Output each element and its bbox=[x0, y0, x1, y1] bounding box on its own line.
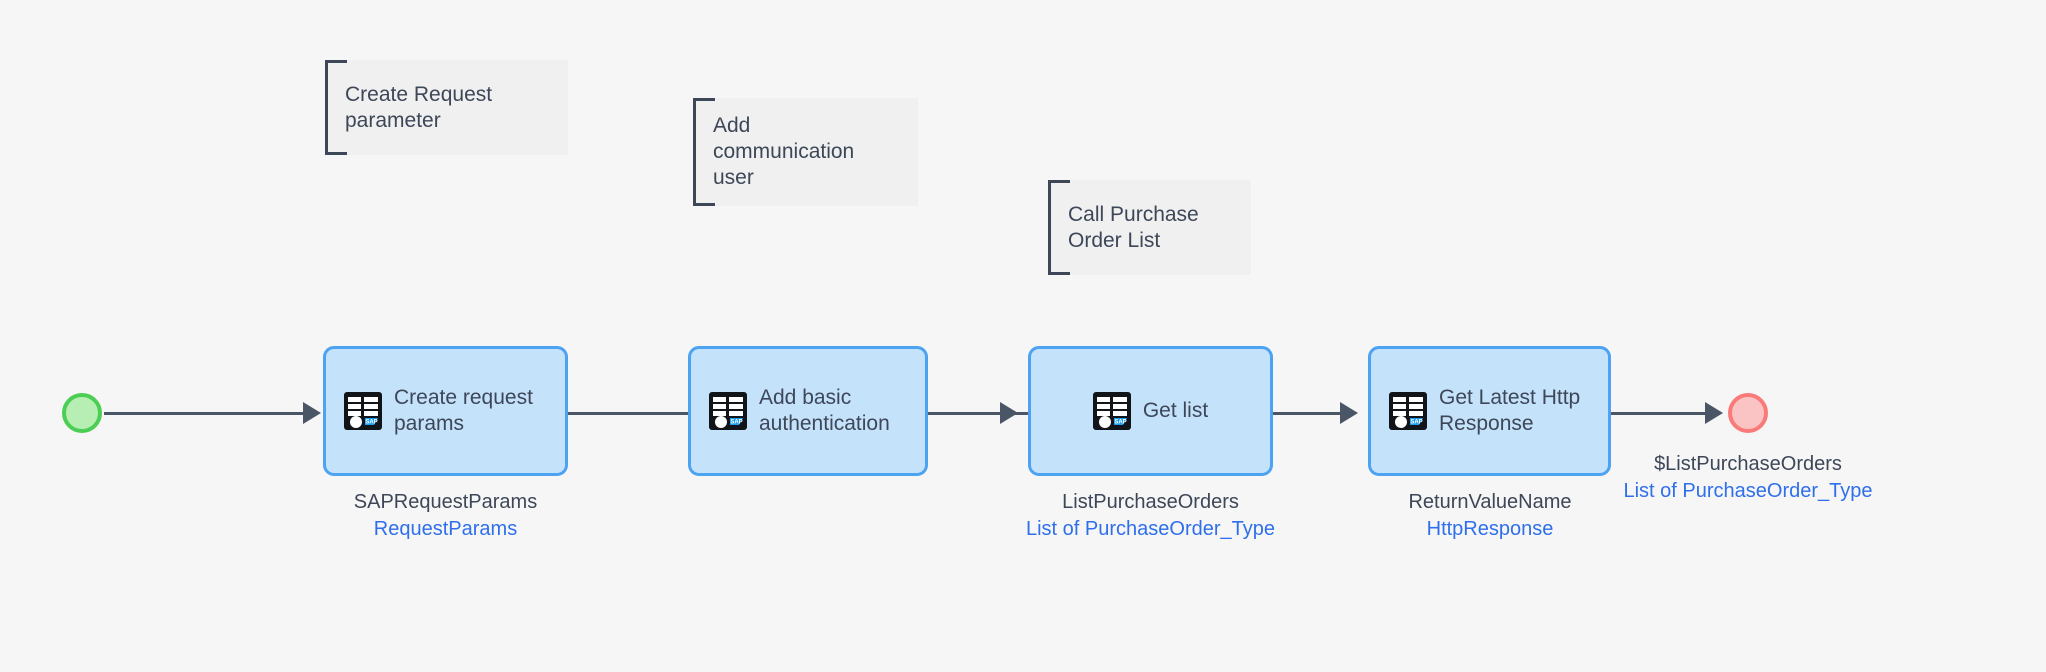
task-label: Get list bbox=[1142, 399, 1209, 422]
node-type: List of PurchaseOrder_Type bbox=[1025, 518, 1275, 540]
label-end-event: $ListPurchaseOrders List of PurchaseOrde… bbox=[1598, 451, 1898, 505]
connector-arrowhead bbox=[303, 402, 321, 424]
task-create-request-params[interactable]: SAP Create request params bbox=[323, 346, 568, 476]
task-add-basic-authentication[interactable]: SAP Add basic authentication bbox=[688, 346, 928, 476]
sap-table-icon: SAP bbox=[1092, 392, 1131, 430]
annotation-call-purchase-order-list[interactable]: Call Purchase Order List bbox=[1048, 180, 1251, 275]
sap-table-icon: SAP bbox=[344, 392, 382, 430]
annotation-bracket bbox=[325, 60, 347, 155]
svg-text:SAP: SAP bbox=[1114, 420, 1126, 426]
workflow-diagram-canvas: Create Request parameter Add communicati… bbox=[0, 0, 2046, 672]
connector-get-list-to-get-latest-http-response bbox=[1273, 412, 1348, 415]
node-type: HttpResponse bbox=[1426, 518, 1554, 540]
task-label: Get Latest Http Response bbox=[1439, 386, 1581, 435]
task-label: Create request params bbox=[394, 386, 533, 435]
connector-arrowhead bbox=[1705, 402, 1723, 424]
svg-text:SAP: SAP bbox=[730, 420, 742, 426]
node-name: ListPurchaseOrders bbox=[1062, 491, 1239, 513]
sap-table-icon: SAP bbox=[1389, 392, 1427, 430]
svg-text:SAP: SAP bbox=[1410, 420, 1422, 426]
sap-table-icon: SAP bbox=[709, 392, 747, 430]
annotation-text: Create Request parameter bbox=[345, 82, 493, 132]
task-get-list[interactable]: SAP Get list bbox=[1028, 346, 1273, 476]
node-name: $ListPurchaseOrders bbox=[1654, 453, 1842, 475]
task-get-latest-http-response[interactable]: SAP Get Latest Http Response bbox=[1368, 346, 1611, 476]
annotation-bracket bbox=[693, 98, 715, 206]
annotation-text: Add communication user bbox=[713, 114, 855, 189]
connector-start-to-create-request-params bbox=[104, 412, 307, 415]
annotation-create-request-parameter[interactable]: Create Request parameter bbox=[325, 60, 568, 155]
connector-add-basic-authentication-to-get-list bbox=[928, 412, 1044, 415]
start-event[interactable] bbox=[62, 393, 102, 433]
label-create-request-params: SAPRequestParams RequestParams bbox=[263, 489, 628, 543]
annotation-add-communication-user[interactable]: Add communication user bbox=[693, 98, 918, 206]
node-type: List of PurchaseOrder_Type bbox=[1623, 480, 1873, 502]
annotation-bracket bbox=[1048, 180, 1070, 275]
connector-get-latest-http-response-to-end bbox=[1611, 412, 1711, 415]
svg-text:SAP: SAP bbox=[365, 420, 377, 426]
annotation-text: Call Purchase Order List bbox=[1068, 202, 1199, 252]
label-get-list: ListPurchaseOrders List of PurchaseOrder… bbox=[968, 489, 1333, 543]
end-event[interactable] bbox=[1728, 393, 1768, 433]
node-name: SAPRequestParams bbox=[353, 491, 538, 513]
task-label: Add basic authentication bbox=[759, 386, 890, 435]
node-type: RequestParams bbox=[373, 518, 518, 540]
